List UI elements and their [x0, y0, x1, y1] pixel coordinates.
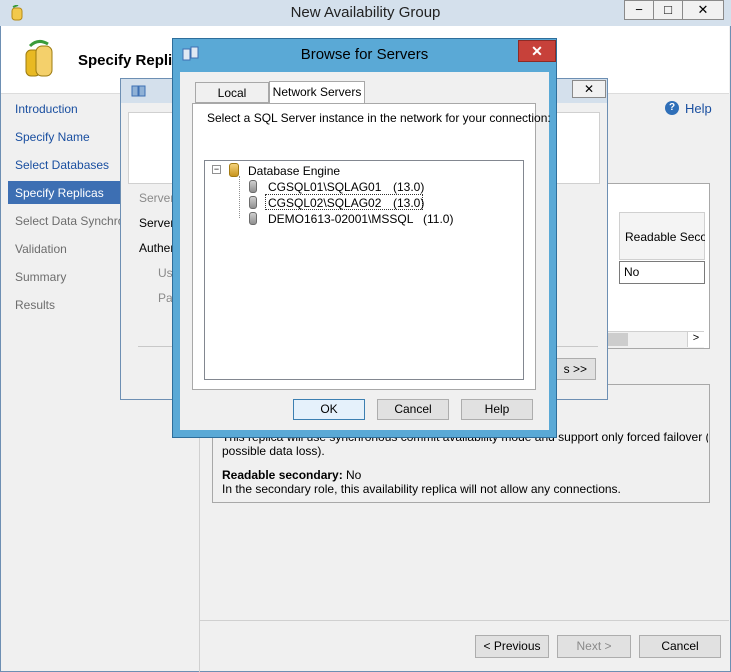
- help-link[interactable]: Help: [685, 101, 712, 116]
- server-type-label: Server: [139, 191, 175, 205]
- readable-secondary-cell-value: No: [624, 265, 640, 279]
- readable-secondary-label: Readable secondary:: [222, 468, 343, 482]
- nav-item-specify-name[interactable]: Specify Name: [15, 130, 90, 144]
- ok-button[interactable]: OK: [293, 399, 365, 420]
- server-icon: [249, 180, 257, 193]
- nav-item-results[interactable]: Results: [15, 298, 55, 312]
- maximize-button[interactable]: □: [653, 0, 683, 20]
- desc-line-2: possible data loss).: [222, 444, 325, 458]
- readable-secondary-desc: In the secondary role, this availability…: [222, 482, 621, 496]
- server-name-2[interactable]: CGSQL02\SQLAG02: [268, 196, 381, 210]
- wizard-icon: [20, 38, 60, 82]
- connect-dialog-icon: [131, 84, 147, 98]
- tab-network-servers[interactable]: Network Servers: [269, 81, 365, 104]
- database-engine-label: Database Engine: [248, 164, 341, 178]
- server-icon: [249, 212, 257, 225]
- close-button[interactable]: ✕: [682, 0, 724, 20]
- server-version-1: (13.0): [393, 180, 425, 194]
- browse-close-button[interactable]: ✕: [518, 40, 556, 62]
- readable-secondary-header-label: Readable Secor: [625, 230, 705, 244]
- server-version-2: (13.0): [393, 196, 425, 210]
- scroll-right-arrow[interactable]: >: [687, 332, 704, 347]
- cancel-button[interactable]: Cancel: [639, 635, 721, 658]
- nav-item-select-databases[interactable]: Select Databases: [15, 158, 109, 172]
- nav-item-specify-replicas[interactable]: Specify Replicas: [15, 186, 104, 200]
- tab-local-servers[interactable]: Local Servers: [195, 82, 269, 120]
- server-name-label: Server: [139, 216, 175, 230]
- nav-item-summary[interactable]: Summary: [15, 270, 66, 284]
- server-icon: [249, 196, 257, 209]
- browse-dialog-title: Browse for Servers: [300, 46, 429, 63]
- nav-item-select-data-sync[interactable]: Select Data Synchro: [15, 214, 124, 228]
- tree-expander[interactable]: −: [212, 165, 221, 174]
- nav-item-introduction[interactable]: Introduction: [15, 102, 78, 116]
- footer-divider: [200, 620, 729, 621]
- help-icon[interactable]: ?: [665, 101, 679, 115]
- next-button[interactable]: Next >: [557, 635, 631, 658]
- tree-connector: [239, 176, 240, 218]
- minimize-button[interactable]: −: [624, 0, 654, 20]
- server-version-3: (11.0): [423, 212, 454, 226]
- previous-button[interactable]: < Previous: [475, 635, 549, 658]
- browse-help-button[interactable]: Help: [461, 399, 533, 420]
- database-engine-icon: [229, 163, 239, 177]
- browse-cancel-button[interactable]: Cancel: [377, 399, 449, 420]
- window-title: New Availability Group: [290, 4, 441, 21]
- instruction-text: Select a SQL Server instance in the netw…: [207, 111, 551, 125]
- server-name-3[interactable]: DEMO1613-02001\MSSQL: [268, 212, 413, 226]
- server-name-1[interactable]: CGSQL01\SQLAG01: [268, 180, 381, 194]
- readable-secondary-value: No: [346, 468, 362, 482]
- connect-dialog-close[interactable]: ✕: [572, 80, 606, 98]
- nav-item-validation[interactable]: Validation: [15, 242, 67, 256]
- page-title: Specify Repli: [78, 52, 173, 69]
